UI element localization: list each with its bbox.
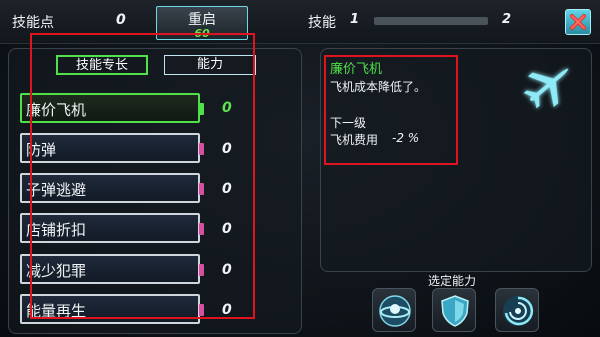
level-progress-bar <box>374 17 488 25</box>
skill-row-shop-discount[interactable]: 店铺折扣 <box>20 213 204 243</box>
skill-name: 子弹逃避 <box>26 181 87 199</box>
skill-level: 0 <box>222 100 232 116</box>
skill-row-reduce-crime[interactable]: 减少犯罪 <box>20 254 204 284</box>
close-icon <box>570 14 586 30</box>
skill-row-bulletproof[interactable]: 防弹 <box>20 133 204 163</box>
reset-cost: 60 <box>194 27 210 40</box>
ability-slot-2[interactable] <box>432 288 476 332</box>
row-cap <box>199 304 204 316</box>
skill-row-bullet-dodge[interactable]: 子弹逃避 <box>20 173 204 203</box>
skill-name: 能量再生 <box>26 302 87 320</box>
tab-abilities[interactable]: 能力 <box>164 55 256 75</box>
detail-cost-label: 飞机费用 <box>330 133 379 147</box>
detail-description: 飞机成本降低了。 <box>330 80 427 94</box>
level-next: 2 <box>502 12 512 27</box>
row-cap <box>199 223 204 235</box>
detail-title: 廉价飞机 <box>330 62 383 77</box>
shield-icon <box>441 295 469 327</box>
skill-level: 0 <box>222 302 232 318</box>
detail-cost-value: -2 % <box>392 131 420 145</box>
skill-level: 0 <box>222 181 232 197</box>
skill-row-energy-regen[interactable]: 能量再生 <box>20 294 204 324</box>
row-cap <box>199 143 204 155</box>
close-button[interactable] <box>565 9 591 35</box>
tab-skills[interactable]: 技能专长 <box>56 55 148 75</box>
row-cap <box>199 183 204 195</box>
skill-level: 0 <box>222 141 232 157</box>
skill-name: 店铺折扣 <box>26 221 87 239</box>
vortex-icon <box>503 296 534 326</box>
skill-name: 减少犯罪 <box>26 262 87 280</box>
skill-name: 防弹 <box>26 141 57 159</box>
airplane-icon <box>523 68 569 109</box>
skill-level: 0 <box>222 262 232 278</box>
level-current: 1 <box>350 12 360 27</box>
game-screen: 技能点 0 重启 60 技能 1 2 技能专长 能力 廉价飞机 0 防弹 0 子… <box>0 0 600 337</box>
skill-points-label: 技能点 <box>12 15 54 31</box>
skill-row-cheap-plane[interactable]: 廉价飞机 <box>20 93 204 123</box>
reset-label: 重启 <box>188 12 216 28</box>
orbit-icon <box>379 295 411 327</box>
detail-next-level-label: 下一级 <box>330 116 367 130</box>
skill-level: 0 <box>222 221 232 237</box>
row-cap <box>199 103 204 115</box>
reset-button[interactable]: 重启 60 <box>156 6 248 40</box>
row-cap <box>199 264 204 276</box>
skill-name: 廉价飞机 <box>26 101 87 119</box>
ability-slot-1[interactable] <box>372 288 416 332</box>
ability-slot-3[interactable] <box>495 288 539 332</box>
level-label: 技能 <box>308 15 336 31</box>
skill-points-value: 0 <box>116 12 126 28</box>
selected-abilities-label: 选定能力 <box>428 274 477 288</box>
